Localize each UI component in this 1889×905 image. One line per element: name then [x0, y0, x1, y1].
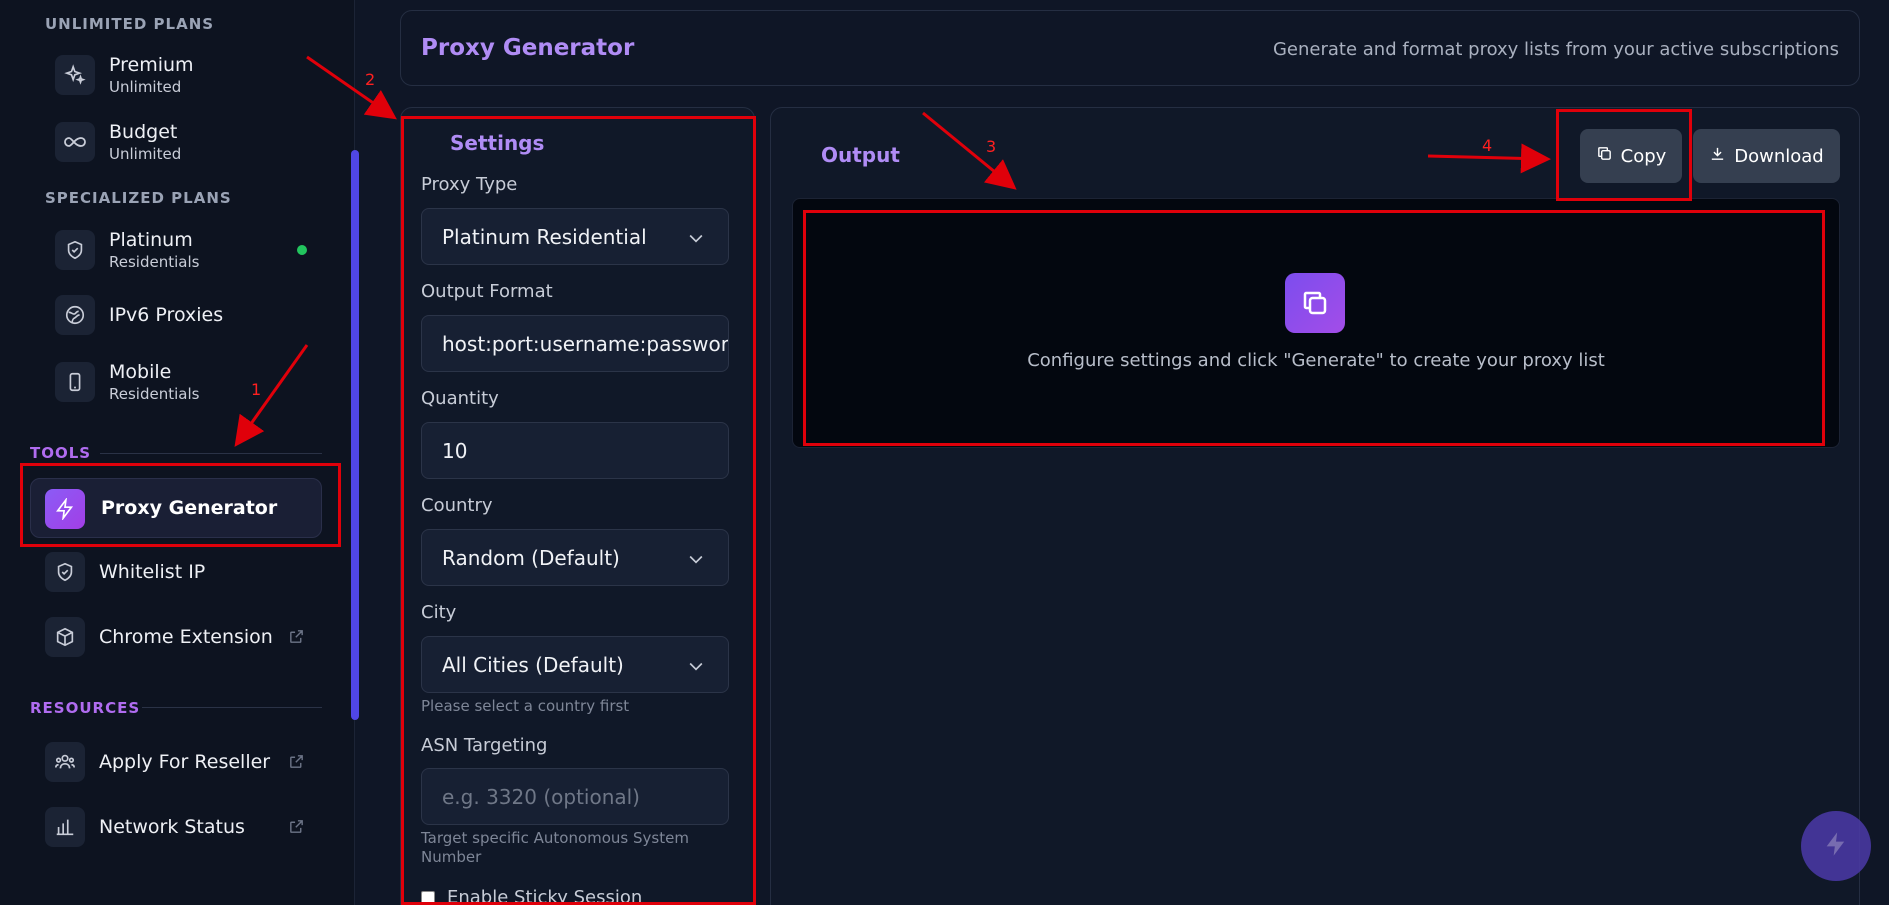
sidebar-item-mobile[interactable]: Mobile Residentials: [55, 361, 199, 403]
annotation-box-1: [20, 463, 341, 547]
external-link-icon: [288, 628, 305, 649]
bar-chart-icon: [45, 807, 85, 847]
sidebar-item-sub: Unlimited: [109, 145, 182, 163]
sidebar-item-title: Budget: [109, 121, 178, 143]
sparkles-icon: [55, 55, 95, 95]
download-icon: [1709, 145, 1726, 167]
annotation-box-4: [1556, 109, 1692, 201]
sidebar-item-sub: Residentials: [109, 385, 200, 403]
annotation-number-4: 4: [1482, 136, 1493, 155]
sidebar-scrollbar[interactable]: [351, 150, 359, 720]
sidebar-item-budget[interactable]: Budget Unlimited: [55, 121, 181, 163]
section-label-specialized: SPECIALIZED PLANS: [45, 189, 232, 207]
shield-check-icon: [55, 230, 95, 270]
sidebar-item-sub: Unlimited: [109, 78, 182, 96]
page-title: Proxy Generator: [421, 35, 635, 61]
download-button-label: Download: [1734, 145, 1824, 167]
sidebar-item-apply-reseller[interactable]: Apply For Reseller: [45, 742, 270, 782]
sidebar-item-premium[interactable]: Premium Unlimited: [55, 54, 194, 96]
sidebar-item-sub: Residentials: [109, 253, 200, 271]
download-button[interactable]: Download: [1693, 129, 1840, 183]
external-link-icon: [288, 818, 305, 839]
globe-icon: [55, 295, 95, 335]
sidebar-item-network-status[interactable]: Network Status: [45, 807, 245, 847]
sidebar-item-title: Platinum: [109, 229, 193, 251]
sidebar-item-title: Network Status: [99, 816, 245, 838]
annotation-box-2: [401, 116, 756, 905]
sidebar-item-ipv6[interactable]: IPv6 Proxies: [55, 295, 223, 335]
section-label-unlimited: UNLIMITED PLANS: [45, 15, 215, 33]
sidebar-item-title: Mobile: [109, 361, 172, 383]
sidebar-item-title: Whitelist IP: [99, 561, 206, 583]
section-label-tools: TOOLS: [30, 444, 92, 462]
sidebar-item-title: Chrome Extension: [99, 626, 273, 648]
page-subtitle: Generate and format proxy lists from you…: [1272, 39, 1839, 60]
infinity-icon: [55, 122, 95, 162]
floating-action-button[interactable]: [1801, 811, 1871, 881]
annotation-number-1: 1: [251, 380, 262, 399]
lightning-icon: [1822, 830, 1850, 862]
sidebar-item-title: Premium: [109, 54, 194, 76]
sidebar-item-platinum[interactable]: Platinum Residentials: [55, 229, 199, 271]
section-divider: [100, 453, 322, 454]
annotation-number-3: 3: [986, 137, 997, 156]
annotation-box-3: [803, 210, 1825, 446]
smartphone-icon: [55, 362, 95, 402]
online-status-dot: [297, 245, 307, 255]
section-label-resources: RESOURCES: [30, 699, 141, 717]
shield-check-icon: [45, 552, 85, 592]
sidebar-item-whitelist-ip[interactable]: Whitelist IP: [45, 552, 205, 592]
sidebar-item-title: Apply For Reseller: [99, 751, 271, 773]
sidebar-item-chrome-extension[interactable]: Chrome Extension: [45, 617, 273, 657]
page-header: Proxy Generator Generate and format prox…: [400, 10, 1860, 86]
users-icon: [45, 742, 85, 782]
external-link-icon: [288, 753, 305, 774]
box-icon: [45, 617, 85, 657]
sidebar-item-title: IPv6 Proxies: [109, 304, 224, 326]
section-divider: [142, 707, 322, 708]
output-title: Output: [821, 143, 900, 167]
annotation-number-2: 2: [365, 70, 376, 89]
